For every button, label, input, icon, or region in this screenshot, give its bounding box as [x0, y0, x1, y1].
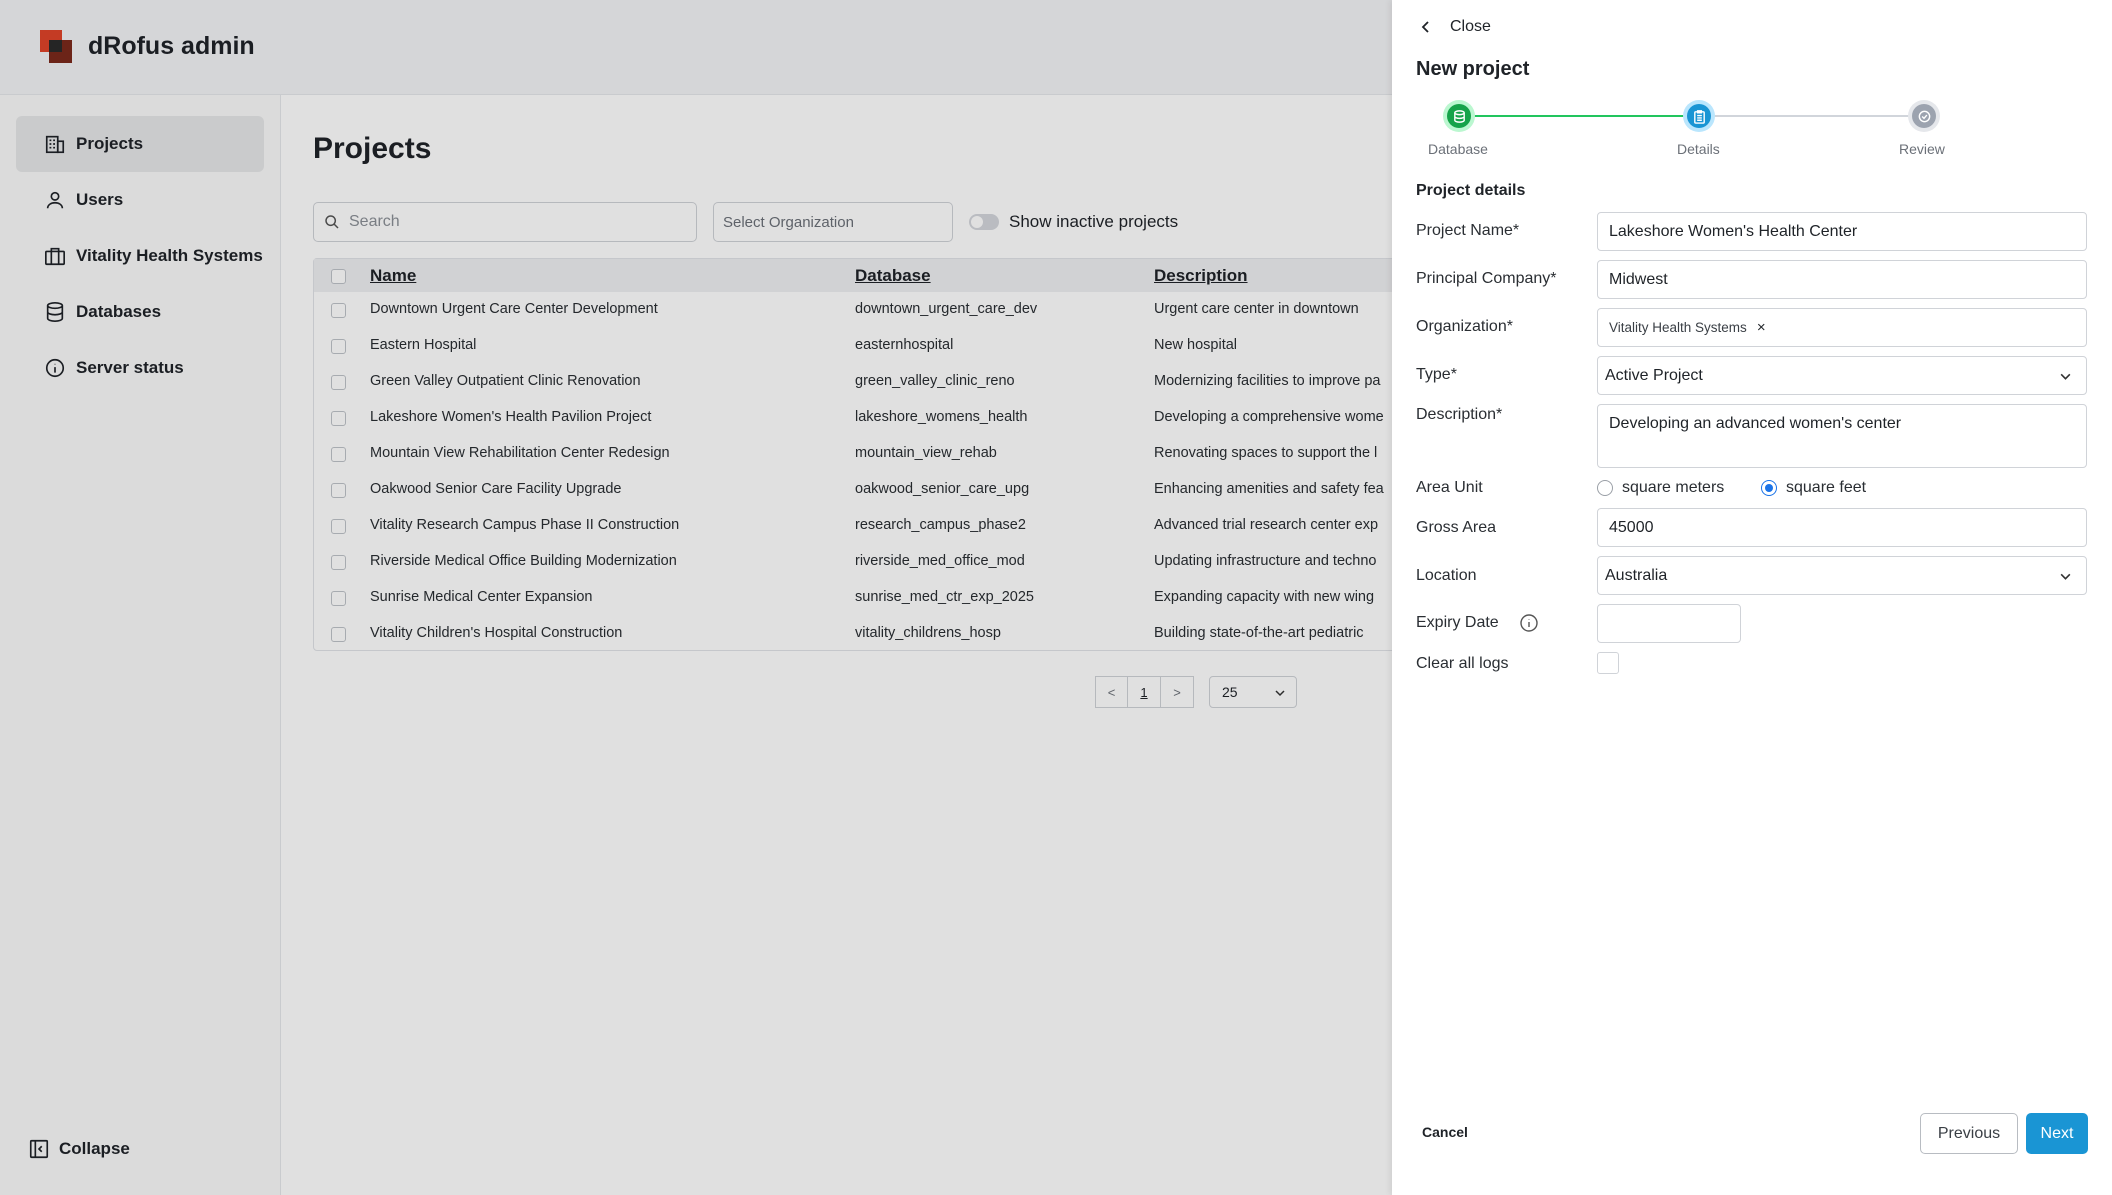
new-project-drawer: Close New project Database Details Revie… — [1392, 0, 2112, 1195]
radio-label: square feet — [1786, 479, 1867, 496]
check-circle-icon — [1918, 110, 1930, 122]
previous-button[interactable]: Previous — [1920, 1113, 2018, 1154]
location-select[interactable]: Australia — [1597, 556, 2087, 595]
stepper-line-complete — [1459, 115, 1699, 117]
stepper-line-pending — [1699, 115, 1923, 117]
expiry-date-label: Expiry Date — [1416, 614, 1499, 632]
organization-tag: Vitality Health Systems × — [1609, 319, 1766, 336]
close-label: Close — [1450, 18, 1491, 35]
chevron-down-icon — [2060, 573, 2071, 580]
section-title: Project details — [1416, 182, 1526, 199]
area-unit-label: Area Unit — [1416, 479, 1483, 496]
step-review — [1908, 100, 1940, 132]
next-button[interactable]: Next — [2026, 1113, 2088, 1154]
description-label: Description* — [1416, 406, 1503, 423]
drawer-title: New project — [1416, 58, 1530, 80]
radio-square-feet[interactable]: square feet — [1761, 479, 1866, 497]
modal-backdrop[interactable] — [0, 0, 1392, 1195]
step-label-details: Details — [1677, 141, 1720, 157]
clear-logs-label: Clear all logs — [1416, 655, 1509, 672]
database-icon — [1453, 109, 1465, 123]
chevron-down-icon — [2060, 373, 2071, 380]
radio-button-selected[interactable] — [1761, 480, 1777, 496]
organization-field[interactable]: Vitality Health Systems × — [1597, 308, 2087, 347]
type-value: Active Project — [1605, 366, 1703, 384]
organization-tag-label: Vitality Health Systems — [1609, 320, 1747, 335]
project-name-label: Project Name* — [1416, 222, 1520, 239]
gross-area-field[interactable]: 45000 — [1597, 508, 2087, 547]
radio-label: square meters — [1622, 479, 1725, 496]
location-label: Location — [1416, 567, 1477, 584]
radio-square-meters[interactable]: square meters — [1597, 479, 1724, 497]
step-label-database: Database — [1428, 141, 1488, 157]
clipboard-icon — [1693, 109, 1705, 124]
chevron-left-icon — [1421, 21, 1429, 33]
step-details — [1683, 100, 1715, 132]
step-label-review: Review — [1899, 141, 1945, 157]
radio-button[interactable] — [1597, 480, 1613, 496]
organization-label: Organization* — [1416, 318, 1513, 335]
info-icon[interactable] — [1519, 613, 1539, 633]
expiry-date-field[interactable] — [1597, 604, 1741, 643]
expiry-date-label-row: Expiry Date — [1416, 613, 1539, 633]
type-label: Type* — [1416, 366, 1457, 383]
description-textarea[interactable]: Developing an advanced women's center — [1597, 404, 2087, 468]
clear-logs-checkbox[interactable] — [1597, 652, 1619, 674]
remove-tag-icon[interactable]: × — [1757, 319, 1766, 336]
cancel-button[interactable]: Cancel — [1422, 1124, 1468, 1140]
principal-company-field[interactable]: Midwest — [1597, 260, 2087, 299]
type-select[interactable]: Active Project — [1597, 356, 2087, 395]
principal-company-label: Principal Company* — [1416, 270, 1557, 287]
project-name-field[interactable]: Lakeshore Women's Health Center — [1597, 212, 2087, 251]
step-database — [1443, 100, 1475, 132]
close-button[interactable]: Close — [1418, 18, 1491, 36]
location-value: Australia — [1605, 566, 1668, 584]
gross-area-label: Gross Area — [1416, 519, 1497, 536]
